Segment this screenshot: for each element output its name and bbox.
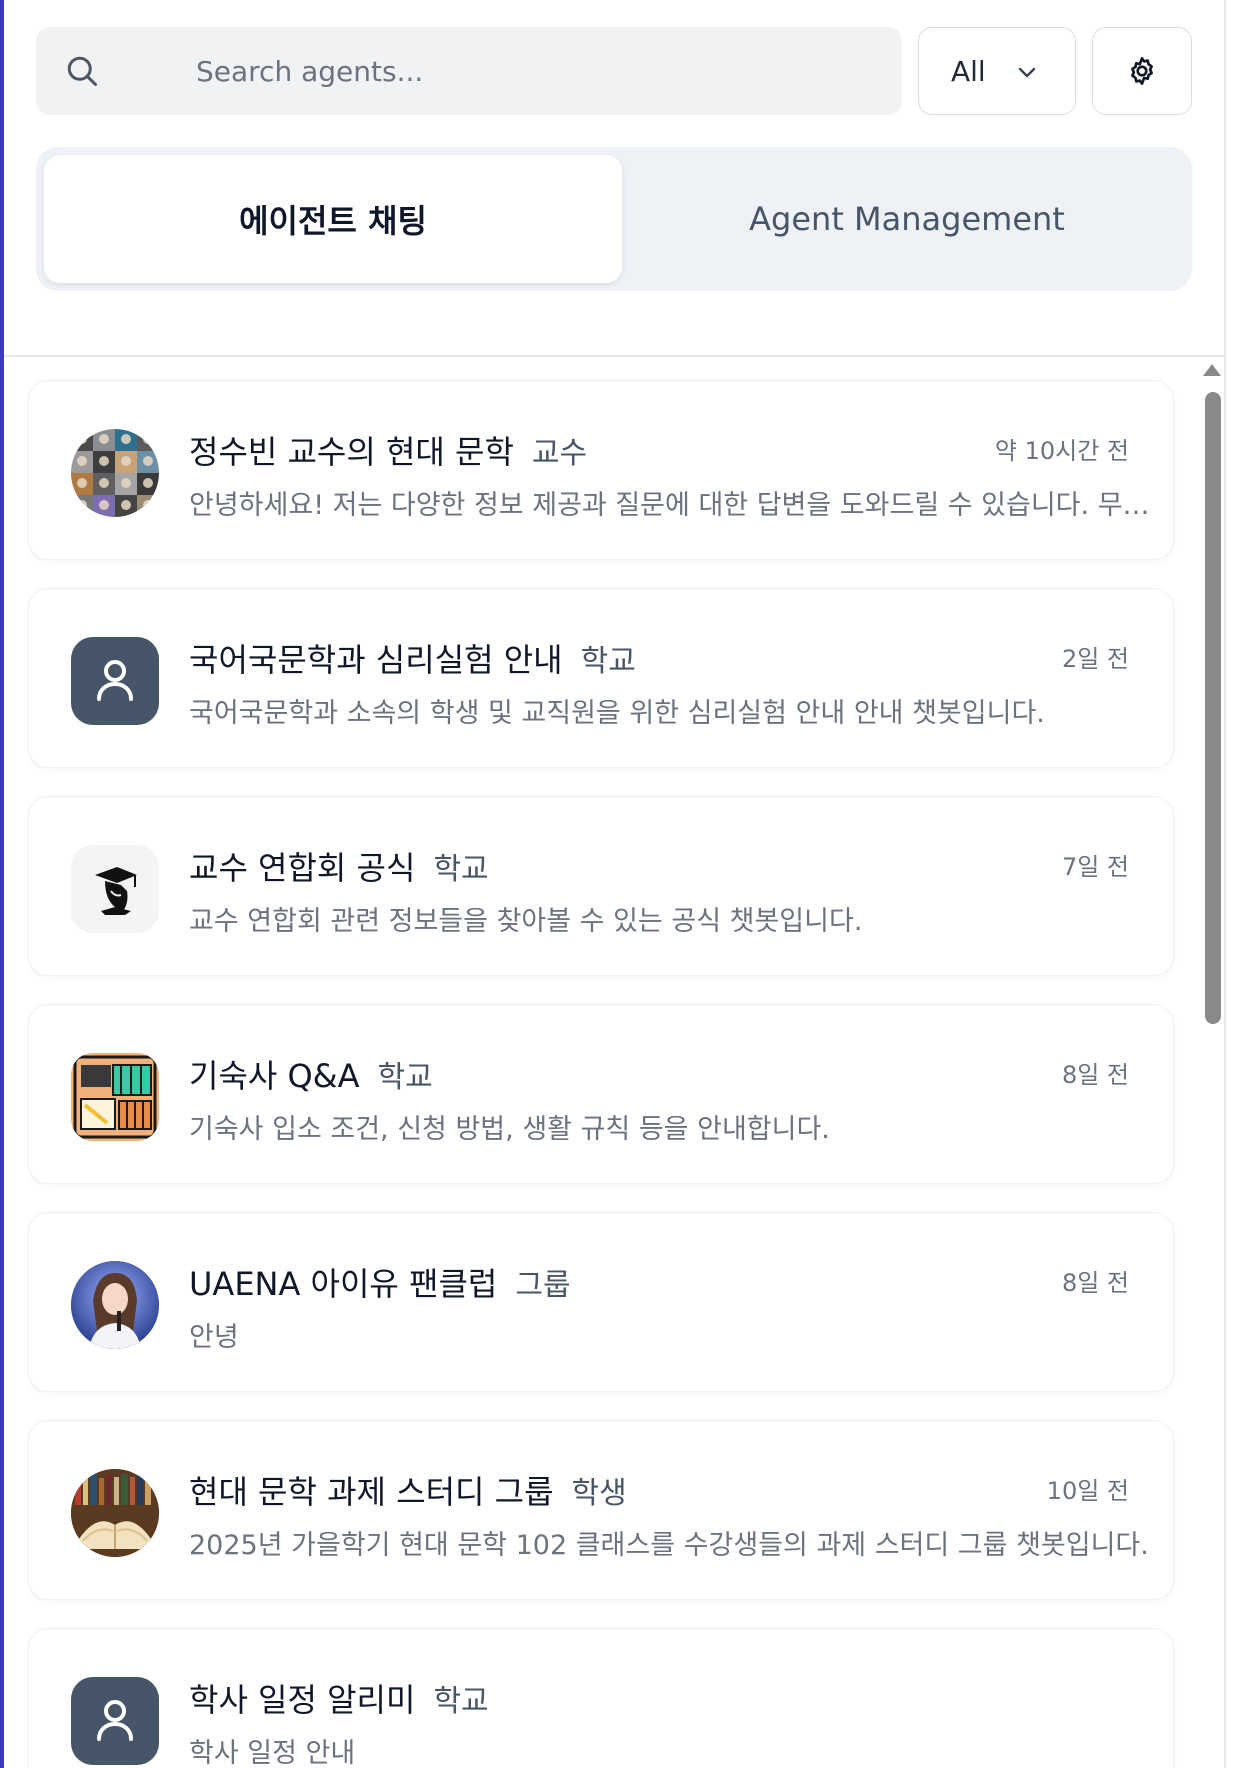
agent-tag: 학교 bbox=[580, 644, 636, 679]
singer-photo-avatar bbox=[71, 1261, 159, 1349]
agent-title-row: 학사 일정 알리미 학교 bbox=[189, 1675, 489, 1721]
agent-description: 2025년 가을학기 현대 문학 102 클래스를 수강생들의 과제 스터디 그… bbox=[189, 1530, 1149, 1561]
agent-name: 교수 연합회 공식 bbox=[189, 849, 416, 887]
agent-card[interactable]: 교수 연합회 공식 학교 7일 전 교수 연합회 관련 정보들을 찾아볼 수 있… bbox=[28, 796, 1174, 976]
agent-time: 약 10시간 전 bbox=[994, 437, 1129, 465]
gear-icon bbox=[1131, 57, 1153, 85]
agent-card[interactable]: 정수빈 교수의 현대 문학 교수 약 10시간 전 안녕하세요! 저는 다양한 … bbox=[28, 380, 1174, 560]
agent-tag: 그룹 bbox=[515, 1268, 571, 1303]
agent-description: 학사 일정 안내 bbox=[189, 1738, 356, 1768]
search-input[interactable] bbox=[196, 27, 876, 115]
agent-description: 국어국문학과 소속의 학생 및 교직원을 위한 심리실험 안내 안내 챗봇입니다… bbox=[189, 698, 1045, 729]
dorm-room-icon bbox=[73, 1055, 157, 1139]
user-icon bbox=[97, 660, 133, 701]
agent-description: 기숙사 입소 조건, 신청 방법, 생활 규칙 등을 안내합니다. bbox=[189, 1114, 830, 1145]
user-icon bbox=[97, 1700, 133, 1741]
default-user-avatar bbox=[71, 637, 159, 725]
tab-agent-chat[interactable]: 에이전트 채팅 bbox=[44, 155, 622, 283]
portrait-collage-avatar bbox=[71, 429, 159, 517]
search-icon bbox=[67, 56, 97, 86]
agent-tag: 학교 bbox=[377, 1060, 433, 1095]
agent-card[interactable]: 국어국문학과 심리실험 안내 학교 2일 전 국어국문학과 소속의 학생 및 교… bbox=[28, 588, 1174, 768]
tab-agent-management[interactable]: Agent Management bbox=[618, 155, 1196, 283]
agent-card[interactable]: 현대 문학 과제 스터디 그룹 학생 10일 전 2025년 가을학기 현대 문… bbox=[28, 1420, 1174, 1600]
agent-name: 현대 문학 과제 스터디 그룹 bbox=[189, 1473, 554, 1511]
search-box[interactable] bbox=[36, 27, 902, 115]
category-filter-select[interactable]: All bbox=[918, 27, 1076, 115]
agent-description: 교수 연합회 관련 정보들을 찾아볼 수 있는 공식 챗봇입니다. bbox=[189, 906, 863, 937]
agent-card[interactable]: 학사 일정 알리미 학교 학사 일정 안내 bbox=[28, 1628, 1174, 1768]
agent-tag: 학생 bbox=[571, 1476, 627, 1511]
agent-time: 10일 전 bbox=[1046, 1477, 1129, 1505]
books-photo-avatar bbox=[71, 1469, 159, 1557]
agent-card[interactable]: UAENA 아이유 팬클럽 그룹 8일 전 안녕 bbox=[28, 1212, 1174, 1392]
agent-list-panel: All 에이전트 채팅 Agent Management bbox=[4, 0, 1226, 1768]
window-margin bbox=[1226, 0, 1246, 1768]
agent-description: 안녕하세요! 저는 다양한 정보 제공과 질문에 대한 답변을 도와드릴 수 있… bbox=[189, 490, 1155, 521]
graduate-avatar bbox=[71, 845, 159, 933]
agent-list: 정수빈 교수의 현대 문학 교수 약 10시간 전 안녕하세요! 저는 다양한 … bbox=[4, 357, 1226, 1768]
view-tabs: 에이전트 채팅 Agent Management bbox=[36, 147, 1192, 291]
agent-title-row: 기숙사 Q&A 학교 bbox=[189, 1051, 433, 1097]
agent-title-row: 정수빈 교수의 현대 문학 교수 bbox=[189, 427, 587, 473]
scrollbar-thumb[interactable] bbox=[1205, 392, 1221, 1024]
agent-time: 8일 전 bbox=[1061, 1269, 1129, 1297]
agent-tag: 교수 bbox=[531, 436, 588, 471]
agent-name: 학사 일정 알리미 bbox=[189, 1681, 416, 1719]
agent-description: 안녕 bbox=[189, 1322, 239, 1353]
agent-name: UAENA 아이유 팬클럽 bbox=[189, 1265, 498, 1303]
scroll-up-arrow-icon[interactable] bbox=[1203, 364, 1221, 376]
agent-time: 2일 전 bbox=[1061, 645, 1129, 673]
agent-tag: 학교 bbox=[433, 852, 489, 887]
agent-time: 8일 전 bbox=[1061, 1061, 1129, 1089]
agent-name: 정수빈 교수의 현대 문학 bbox=[189, 433, 514, 471]
graduate-icon bbox=[95, 867, 137, 915]
agent-title-row: UAENA 아이유 팬클럽 그룹 bbox=[189, 1259, 571, 1305]
agent-name: 국어국문학과 심리실험 안내 bbox=[189, 641, 563, 679]
settings-button[interactable] bbox=[1092, 27, 1192, 115]
agent-card[interactable]: 기숙사 Q&A 학교 8일 전 기숙사 입소 조건, 신청 방법, 생활 규칙 … bbox=[28, 1004, 1174, 1184]
agent-title-row: 국어국문학과 심리실험 안내 학교 bbox=[189, 635, 636, 681]
agent-title-row: 현대 문학 과제 스터디 그룹 학생 bbox=[189, 1467, 627, 1513]
chevron-down-icon bbox=[1018, 67, 1036, 78]
filter-selected-label: All bbox=[951, 54, 986, 88]
default-user-avatar bbox=[71, 1677, 159, 1765]
agent-title-row: 교수 연합회 공식 학교 bbox=[189, 843, 489, 889]
agent-time: 7일 전 bbox=[1061, 853, 1129, 881]
agent-tag: 학교 bbox=[433, 1684, 489, 1719]
agent-name: 기숙사 Q&A bbox=[189, 1057, 360, 1095]
dorm-room-avatar bbox=[71, 1053, 159, 1141]
